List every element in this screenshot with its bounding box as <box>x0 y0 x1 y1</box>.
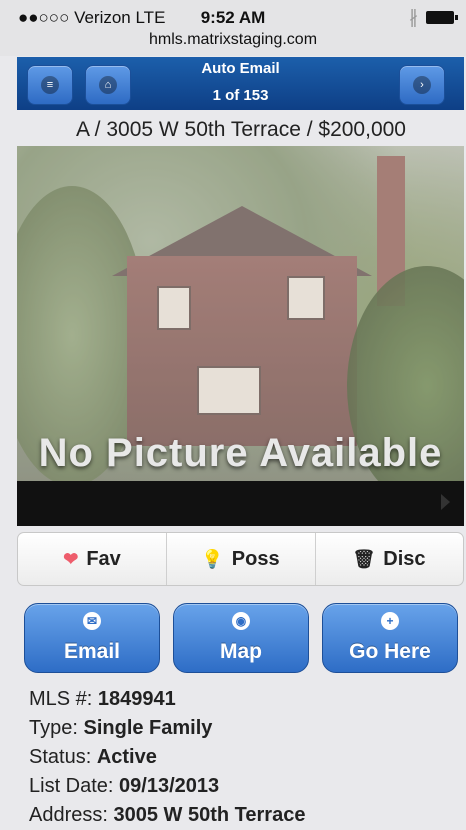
email-button[interactable]: ✉ Email <box>24 603 160 673</box>
detail-label: Address: <box>29 804 114 826</box>
go-here-button[interactable]: + Go Here <box>322 603 458 673</box>
photo-nav-strip <box>17 481 464 526</box>
detail-label: Status: <box>29 746 97 768</box>
map-button[interactable]: ◉ Map <box>173 603 309 673</box>
detail-label: Type: <box>29 717 84 739</box>
fav-label: Fav <box>86 547 121 570</box>
listing-heading: A / 3005 W 50th Terrace / $200,000 <box>75 118 406 141</box>
email-label: Email <box>63 640 121 663</box>
detail-value: 1849941 <box>97 688 176 710</box>
mail-icon: ✉ <box>83 612 101 630</box>
lightbulb-icon: 💡 <box>201 548 224 569</box>
detail-row-list-date: List Date: 09/13/2013 <box>29 772 459 801</box>
record-counter: 1 of 153 <box>212 87 269 104</box>
disc-label: Disc <box>383 547 426 570</box>
detail-label: MLS #: <box>29 688 98 710</box>
go-here-label: Go Here <box>349 640 431 663</box>
battery-icon <box>426 11 458 24</box>
detail-value: 09/13/2013 <box>119 775 220 797</box>
map-label: Map <box>220 640 262 663</box>
top-nav-bar: ≡ ⌂ Auto Email 1 of 153 › <box>17 57 464 110</box>
detail-row-status: Status: Active <box>29 743 459 772</box>
fav-button[interactable]: ❤ Fav <box>18 533 167 585</box>
detail-row-mls: MLS #: 1849941 <box>29 685 459 714</box>
trash-icon: 🗑 <box>352 548 376 569</box>
disc-button[interactable]: 🗑 Disc <box>315 533 463 585</box>
status-bar: ●●○○○ Verizon LTE 9:52 AM ∦ hmls.matrixs… <box>0 0 466 56</box>
bluetooth-icon: ∦ <box>409 7 418 27</box>
no-picture-label: No Picture Available <box>38 431 443 475</box>
poss-label: Poss <box>231 547 280 570</box>
photo-next-arrow-icon[interactable] <box>441 494 450 510</box>
detail-value: 3005 W 50th Terrace <box>113 804 306 826</box>
poss-button[interactable]: 💡 Poss <box>166 533 316 585</box>
action-buttons: ✉ Email ◉ Map + Go Here <box>17 603 462 673</box>
next-icon: › <box>413 76 431 94</box>
listing-photo[interactable]: No Picture Available <box>17 146 464 526</box>
detail-label: List Date: <box>29 775 120 797</box>
detail-row-type: Type: Single Family <box>29 714 459 743</box>
map-icon: ◉ <box>232 612 250 630</box>
detail-value: Active <box>96 746 157 768</box>
url-label: hmls.matrixstaging.com <box>148 31 318 48</box>
listing-details: MLS #: 1849941 Type: Single Family Statu… <box>29 685 459 830</box>
nav-title: Auto Email <box>201 60 280 77</box>
rating-tabs: ❤ Fav 💡 Poss 🗑 Disc <box>17 532 464 586</box>
detail-value: Single Family <box>83 717 213 739</box>
heart-icon: ❤ <box>63 548 79 569</box>
clock: 9:52 AM <box>200 8 266 27</box>
detail-row-address: Address: 3005 W 50th Terrace <box>29 801 459 830</box>
next-button[interactable]: › <box>399 65 445 105</box>
plus-icon: + <box>381 612 399 630</box>
